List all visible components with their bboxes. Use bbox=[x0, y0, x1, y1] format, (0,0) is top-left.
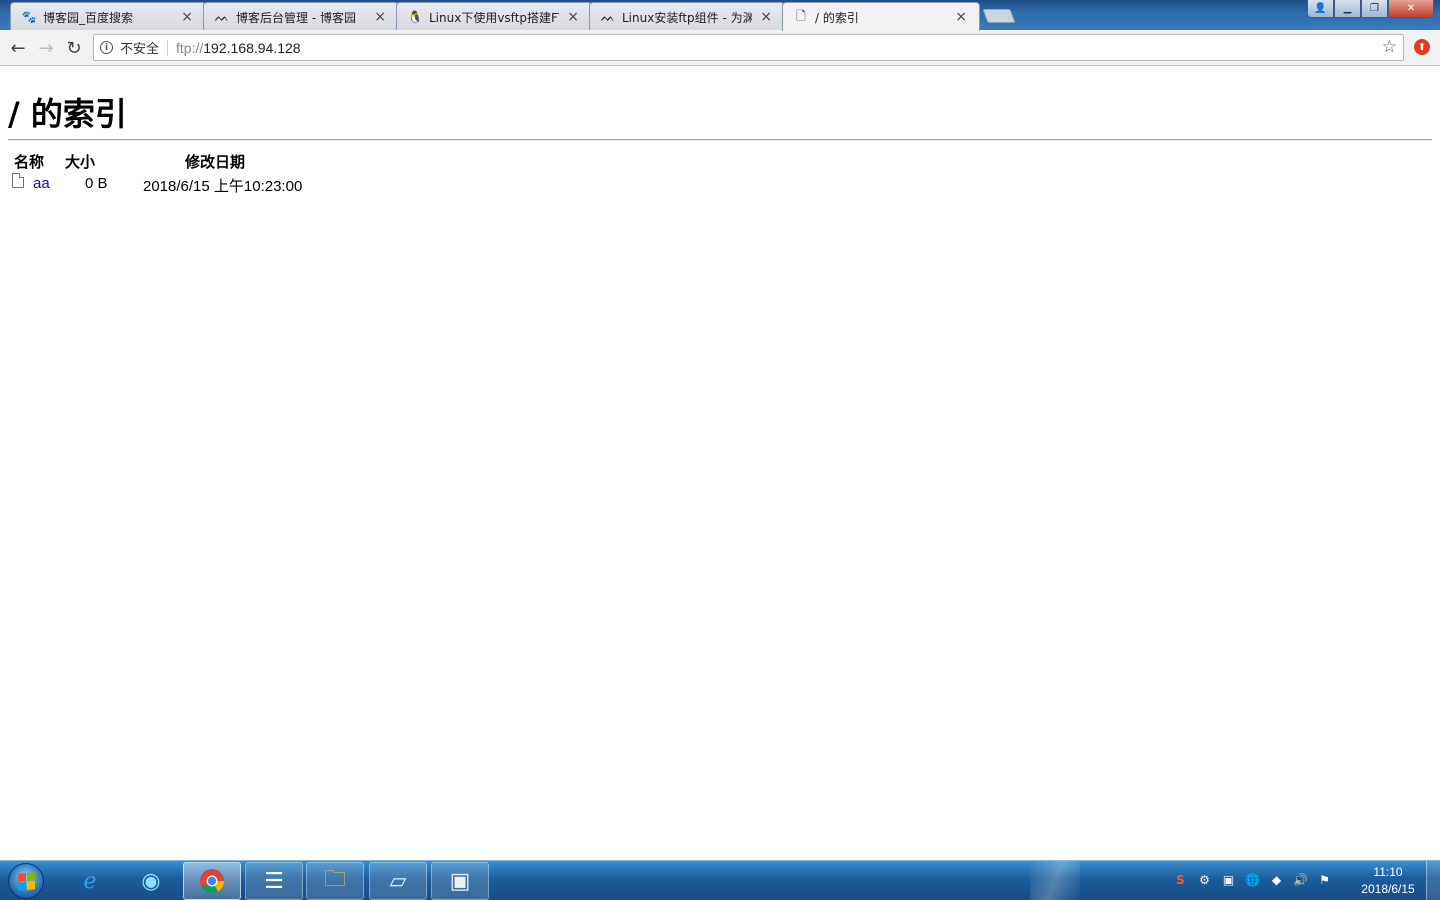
close-icon[interactable]: × bbox=[760, 9, 772, 25]
tab-title: Linux安装ftp组件 - 为渊 bbox=[622, 10, 752, 25]
action-center-icon[interactable]: ⚑ bbox=[1316, 871, 1333, 888]
page-content: / 的索引 名称 大小 修改日期 aa 0 B 2018/6/15 上午10:2… bbox=[0, 67, 1440, 859]
cnblogs-icon: ᨓ bbox=[600, 9, 616, 24]
start-button[interactable] bbox=[8, 863, 44, 899]
network-globe-icon[interactable]: 🌐 bbox=[1244, 871, 1261, 888]
url-host[interactable]: 192.168.94.128 bbox=[203, 40, 300, 56]
tux-penguin-icon: 🐧 bbox=[407, 10, 423, 24]
column-header-size[interactable]: 大小 bbox=[65, 151, 95, 172]
window-controls: 👤 ▁ ❐ ✕ bbox=[1307, 0, 1434, 18]
tab-linux-vsftp[interactable]: 🐧 Linux下使用vsftp搭建FT × bbox=[396, 2, 592, 31]
security-status[interactable]: 不安全 bbox=[120, 38, 159, 57]
forward-arrow-icon[interactable]: → bbox=[35, 37, 57, 59]
new-tab-button[interactable] bbox=[982, 9, 1016, 23]
file-link[interactable]: aa bbox=[33, 175, 50, 192]
back-arrow-icon[interactable]: ← bbox=[7, 37, 29, 59]
taskbar: ℯ ◉ ☰ 🗀 ▱ ▣ S ⚙ ▣ 🌐 ◆ 🔊 ⚑ 11:10 2018/6/1… bbox=[0, 860, 1440, 900]
baidu-paw-icon: 🐾 bbox=[21, 10, 37, 24]
clock-date: 2018/6/15 bbox=[1361, 882, 1415, 896]
file-size: 0 B bbox=[85, 175, 108, 192]
windows-logo-icon bbox=[17, 871, 35, 891]
file-modified-date: 2018/6/15 上午10:23:00 bbox=[143, 178, 303, 195]
page-title: / 的索引 bbox=[8, 95, 127, 133]
tab-title: 博客后台管理 - 博客园 bbox=[236, 10, 356, 25]
tab-index-active[interactable]: 🗋 / 的索引 × bbox=[782, 2, 980, 31]
file-list-icon[interactable]: ☰ bbox=[245, 862, 303, 900]
browser-toolbar: ← → ↻ i 不安全 ftp:// 192.168.94.128 ☆ ⬆ bbox=[0, 30, 1440, 66]
chrome-logo-icon bbox=[200, 869, 224, 894]
sogou-ime-icon[interactable]: S bbox=[1172, 871, 1189, 888]
clock-time: 11:10 bbox=[1373, 865, 1403, 879]
tab-title: Linux下使用vsftp搭建FT bbox=[429, 10, 559, 25]
internet-explorer-icon[interactable]: ℯ bbox=[61, 862, 119, 900]
wechat-icon[interactable]: ▣ bbox=[1220, 871, 1237, 888]
clock[interactable]: 11:10 2018/6/15 bbox=[1352, 864, 1424, 898]
close-icon[interactable]: × bbox=[374, 9, 386, 25]
tab-baidu-search[interactable]: 🐾 博客园_百度搜索 × bbox=[10, 2, 206, 31]
taskbar-sheen bbox=[1030, 861, 1080, 900]
extension-icon[interactable]: ⬆ bbox=[1414, 39, 1430, 55]
edge-icon[interactable]: ◉ bbox=[122, 862, 180, 900]
cnblogs-icon: ᨓ bbox=[214, 9, 230, 24]
show-desktop-button[interactable] bbox=[1426, 861, 1440, 900]
media-icon[interactable]: ▣ bbox=[431, 862, 489, 900]
volume-icon[interactable]: 🔊 bbox=[1292, 871, 1309, 888]
tab-cnblogs-admin[interactable]: ᨓ 博客后台管理 - 博客园 × bbox=[203, 2, 399, 31]
system-tray: S ⚙ ▣ 🌐 ◆ 🔊 ⚑ bbox=[1172, 871, 1333, 888]
file-icon bbox=[12, 173, 24, 188]
close-window-button[interactable]: ✕ bbox=[1388, 0, 1434, 18]
close-icon[interactable]: × bbox=[567, 9, 579, 25]
info-icon[interactable]: i bbox=[100, 41, 113, 54]
file-name-link[interactable]: aa bbox=[33, 175, 50, 192]
chrome-icon[interactable] bbox=[183, 862, 241, 900]
divider bbox=[167, 39, 169, 56]
minimize-button[interactable]: ▁ bbox=[1334, 0, 1361, 18]
address-bar[interactable]: i 不安全 ftp:// 192.168.94.128 ☆ bbox=[93, 34, 1404, 61]
column-header-modified[interactable]: 修改日期 bbox=[185, 151, 245, 172]
tab-title: / 的索引 bbox=[815, 10, 859, 25]
notepad-icon[interactable]: ▱ bbox=[369, 862, 427, 900]
bookmark-star-icon[interactable]: ☆ bbox=[1382, 37, 1397, 57]
column-header-name[interactable]: 名称 bbox=[14, 151, 44, 172]
document-icon: 🗋 bbox=[796, 8, 806, 23]
tab-title: 博客园_百度搜索 bbox=[43, 10, 134, 25]
reload-icon[interactable]: ↻ bbox=[63, 37, 85, 59]
profile-icon[interactable]: 👤 bbox=[1307, 0, 1334, 18]
folder-icon[interactable]: 🗀 bbox=[306, 862, 364, 900]
tray-app-icon[interactable]: ⚙ bbox=[1196, 871, 1213, 888]
wifi-icon[interactable]: ◆ bbox=[1268, 871, 1285, 888]
restore-button[interactable]: ❐ bbox=[1361, 0, 1388, 18]
divider bbox=[8, 139, 1432, 141]
tab-strip: 🐾 博客园_百度搜索 × ᨓ 博客后台管理 - 博客园 × 🐧 Linux下使用… bbox=[0, 0, 1440, 31]
tab-linux-ftp[interactable]: ᨓ Linux安装ftp组件 - 为渊 × bbox=[589, 2, 785, 31]
close-icon[interactable]: × bbox=[181, 9, 193, 25]
close-icon[interactable]: × bbox=[955, 9, 967, 25]
url-scheme[interactable]: ftp:// bbox=[176, 40, 203, 56]
